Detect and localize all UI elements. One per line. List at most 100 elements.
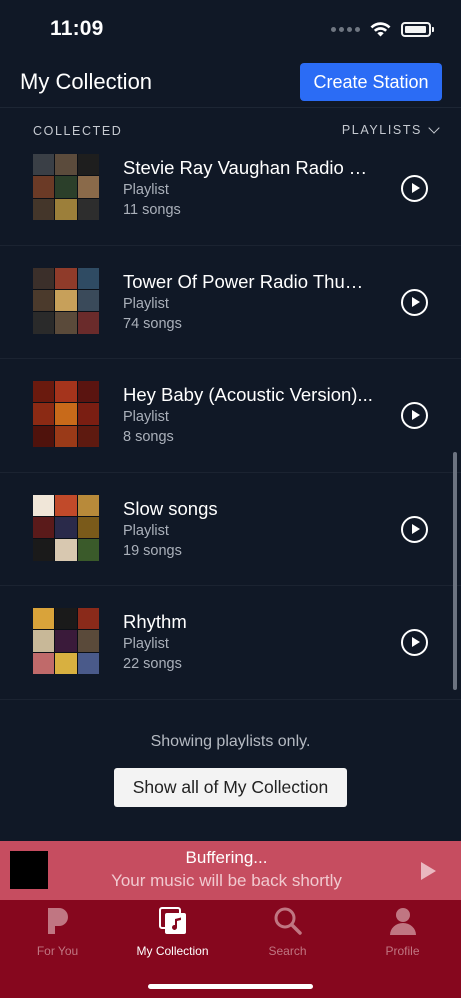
album-art-tile [55,381,77,403]
item-song-count: 8 songs [123,429,174,445]
album-art-tile [33,652,55,674]
album-art [33,381,99,447]
play-icon[interactable] [401,288,428,316]
album-art-tile [77,494,99,516]
album-art-tile [55,539,77,561]
album-art-tile [77,425,99,447]
tab-for-you[interactable]: For You [0,904,115,958]
album-art-tile [33,494,55,516]
album-art-tile [33,381,55,403]
album-art-tile [77,381,99,403]
item-type: Playlist [123,636,169,652]
item-title: Tower Of Power Radio Thum... [123,270,373,292]
item-type: Playlist [123,182,169,198]
album-art-tile [77,516,99,539]
album-art-tile [33,608,55,630]
item-song-count: 19 songs [123,542,182,559]
tab-label: My Collection [136,944,209,958]
item-title: Stevie Ray Vaughan Radio T... [123,157,373,178]
profile-icon [389,908,416,935]
album-art-tile [77,539,99,561]
album-art-tile [33,154,55,176]
album-art-tile [77,608,99,630]
album-art-tile [33,539,55,561]
album-art-tile [33,516,55,539]
tab-profile[interactable]: Profile [345,904,460,958]
battery-icon [401,22,434,37]
item-type: Playlist [123,409,169,425]
item-title: Rhythm [123,611,187,632]
album-art [33,608,99,674]
album-art-tile [55,289,77,312]
album-art-tile [55,403,77,425]
list-item[interactable]: Tower Of Power Radio Thum... Playlist 74… [0,246,461,359]
album-art-tile [77,267,99,289]
album-art-tile [55,176,77,198]
album-art-tile [55,425,77,447]
album-art-tile [33,630,55,652]
status-bar: 11:09 [0,0,461,58]
album-art-tile [55,652,77,674]
item-type: Playlist [123,295,169,312]
album-art-tile [33,198,55,220]
item-song-count: 22 songs [123,656,182,672]
mini-player[interactable]: Buffering... Your music will be back sho… [0,841,461,900]
album-art-tile [55,630,77,652]
show-all-collection-button[interactable]: Show all of My Collection [114,768,347,807]
pandora-icon [47,908,68,934]
album-art-tile [77,652,99,674]
page-title: My Collection [20,69,153,94]
album-art-tile [55,267,77,289]
search-icon [274,907,302,935]
album-art-tile [33,425,55,447]
mini-player-title: Buffering... [185,848,268,867]
play-icon[interactable] [401,629,428,656]
list-item[interactable]: Hey Baby (Acoustic Version)... Playlist … [0,359,461,473]
album-art-tile [55,494,77,516]
play-icon[interactable] [401,402,428,429]
create-station-button[interactable]: Create Station [300,63,442,101]
play-icon[interactable] [401,175,428,202]
play-icon[interactable] [401,515,428,543]
showing-playlists-text: Showing playlists only. [150,733,311,750]
album-art-tile [77,403,99,425]
status-icons [331,22,434,37]
album-art-tile [55,312,77,334]
list-item[interactable]: Stevie Ray Vaughan Radio T... Playlist 1… [0,132,461,246]
scrollbar[interactable] [453,452,457,690]
cellular-signal-icon [331,27,360,32]
playlist-list: Stevie Ray Vaughan Radio T... Playlist 1… [0,132,461,700]
tab-search[interactable]: Search [230,904,345,958]
tab-my-collection[interactable]: My Collection [115,904,230,958]
album-art-tile [33,289,55,312]
header: My Collection Create Station [0,58,461,108]
item-song-count: 11 songs [123,202,181,218]
list-item[interactable]: Rhythm Playlist 22 songs [0,586,461,700]
album-art-tile [33,403,55,425]
album-art-tile [77,176,99,198]
album-art-tile [55,198,77,220]
home-indicator [148,984,313,989]
collection-icon [158,907,186,934]
album-art-tile [77,630,99,652]
album-art-tile [55,154,77,176]
album-art-tile [33,267,55,289]
album-art [33,494,99,561]
item-title: Slow songs [123,497,218,519]
list-item[interactable]: Slow songs Playlist 19 songs [0,473,461,586]
play-icon[interactable] [421,862,436,880]
item-title: Hey Baby (Acoustic Version)... [123,384,373,405]
tab-bar: For You My Collection Search Profile [0,900,461,998]
mini-player-subtitle: Your music will be back shortly [111,871,342,890]
album-art-tile [55,516,77,539]
album-art-tile [77,198,99,220]
tab-label: Profile [385,944,420,958]
item-type: Playlist [123,522,169,539]
album-art-tile [33,312,55,334]
tab-label: Search [268,944,307,958]
album-art [33,154,99,220]
wifi-icon [370,22,391,37]
tab-label: For You [36,944,79,958]
item-song-count: 74 songs [123,315,182,332]
album-art [33,267,99,334]
